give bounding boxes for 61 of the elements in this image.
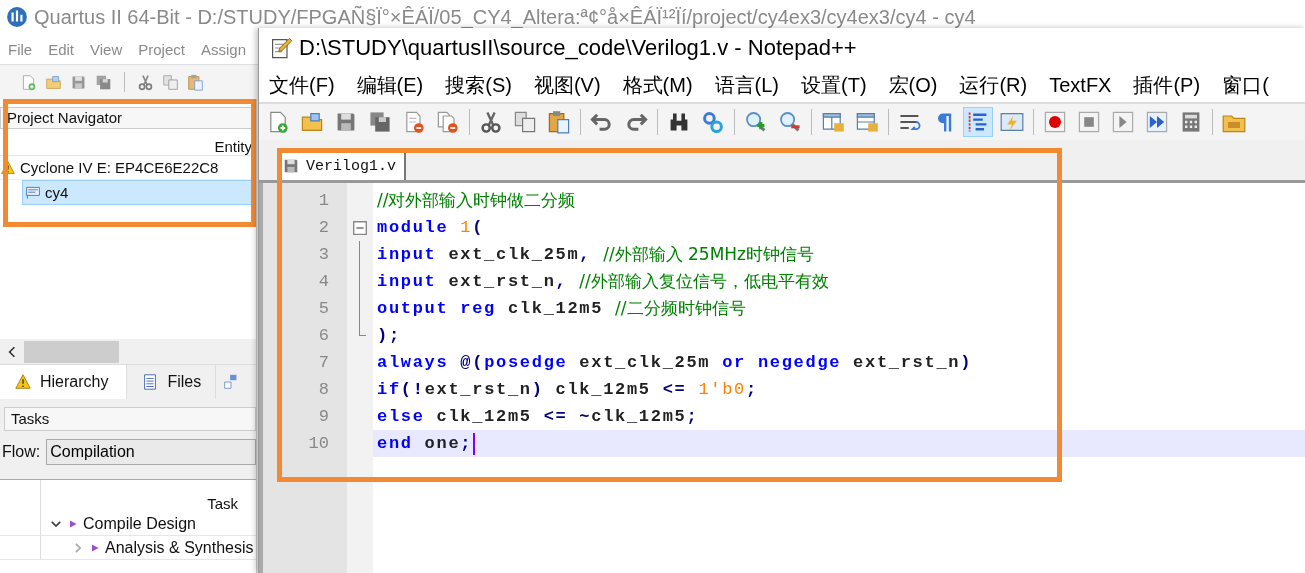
floppies-icon[interactable] (95, 73, 112, 91)
menu-item[interactable]: TextFX (1049, 73, 1112, 97)
entity-icon (25, 184, 41, 201)
line-number: 6 (318, 326, 329, 345)
notepad-icon (269, 36, 293, 60)
menu-item[interactable]: 插件(P) (1133, 71, 1201, 99)
line-number: 2 (318, 218, 329, 237)
menu-item[interactable]: 设置(T) (801, 71, 867, 99)
window-title: Quartus II 64-Bit - D:/STUDY/FPGAÑ§Ï°×ÊÁÏ/05_CY4_Altera:ª¢°å×ÊÁÏ¹²Ïí/project/cy4ex3/cy4ex3/cy4 - cy4 (34, 5, 976, 29)
flow-dropdown[interactable]: Compilation (46, 439, 256, 465)
folder-icon[interactable] (45, 73, 62, 91)
menu-item[interactable]: 文件(F) (269, 71, 335, 99)
menu-item[interactable]: View (90, 40, 123, 58)
menu-item[interactable]: 编辑(E) (356, 71, 424, 99)
line-number: 4 (318, 272, 329, 291)
menu-item[interactable]: 视图(V) (533, 71, 601, 99)
code-line: if(!ext_rst_n) clk_12m5 <= 1'b0; (376, 379, 759, 401)
floppy-icon (282, 157, 300, 175)
menu-item[interactable]: 窗口( (1222, 71, 1269, 99)
code-line: input ext_clk_25m, //外部输入 25MHz时钟信号 (376, 243, 816, 266)
code-line: //对外部输入时钟做二分频 (376, 189, 577, 212)
code-line: always @(posedge ext_clk_25m or negedge ext_rst_n) (376, 352, 974, 374)
panel-title: Tasks (4, 407, 256, 431)
warning-triangle-icon (0, 159, 16, 176)
column-header: Entity (214, 138, 253, 155)
line-number: 5 (318, 299, 329, 318)
app-logo-icon (6, 6, 28, 28)
clipboard-icon[interactable] (187, 73, 204, 91)
window-title: D:\STUDY\quartusII\source_code\Verilog1.v - Notepad++ (299, 35, 857, 61)
task-name[interactable]: Analysis & Synthesis (105, 538, 254, 557)
scrollbar-thumb[interactable] (24, 340, 119, 363)
scissors-icon[interactable] (137, 73, 154, 91)
menu-item[interactable]: Assign (200, 40, 246, 58)
line-number: 3 (318, 245, 329, 264)
menu-item[interactable]: File (8, 40, 33, 58)
code-line: input ext_rst_n, //外部输入复位信号，低电平有效 (376, 270, 830, 293)
menu-item[interactable]: 运行(R) (959, 71, 1028, 99)
line-number: 8 (318, 380, 329, 399)
text-cursor (473, 432, 476, 455)
warning-triangle-icon (14, 373, 32, 391)
code-line: output reg clk_12m5 //二分频时钟信号 (376, 297, 747, 320)
fold-toggle-icon[interactable] (351, 218, 369, 237)
line-number: 9 (318, 407, 329, 426)
task-name[interactable]: Compile Design (83, 514, 196, 533)
code-line: module 1( (376, 217, 486, 239)
menu-item[interactable]: 格式(M) (622, 71, 693, 99)
code-line: else clk_12m5 <= ~clk_12m5; (376, 406, 700, 428)
new-file-icon[interactable] (20, 73, 37, 91)
field-label: Flow: (1, 443, 41, 461)
line-number: 1 (318, 191, 329, 210)
column-header: Task (207, 495, 239, 512)
line-number: 7 (318, 353, 329, 372)
menu-item[interactable]: 搜索(S) (445, 71, 512, 99)
indent-guide-icon[interactable] (963, 107, 993, 137)
menu-item[interactable]: 语言(L) (714, 71, 779, 99)
line-number: 10 (308, 434, 329, 453)
code-line: ); (376, 325, 402, 347)
tab[interactable]: Hierarchy (0, 365, 128, 399)
menu-item[interactable]: 宏(O) (888, 71, 938, 99)
menu-item[interactable]: Project (138, 40, 185, 58)
menu-item[interactable]: Edit (48, 40, 75, 58)
